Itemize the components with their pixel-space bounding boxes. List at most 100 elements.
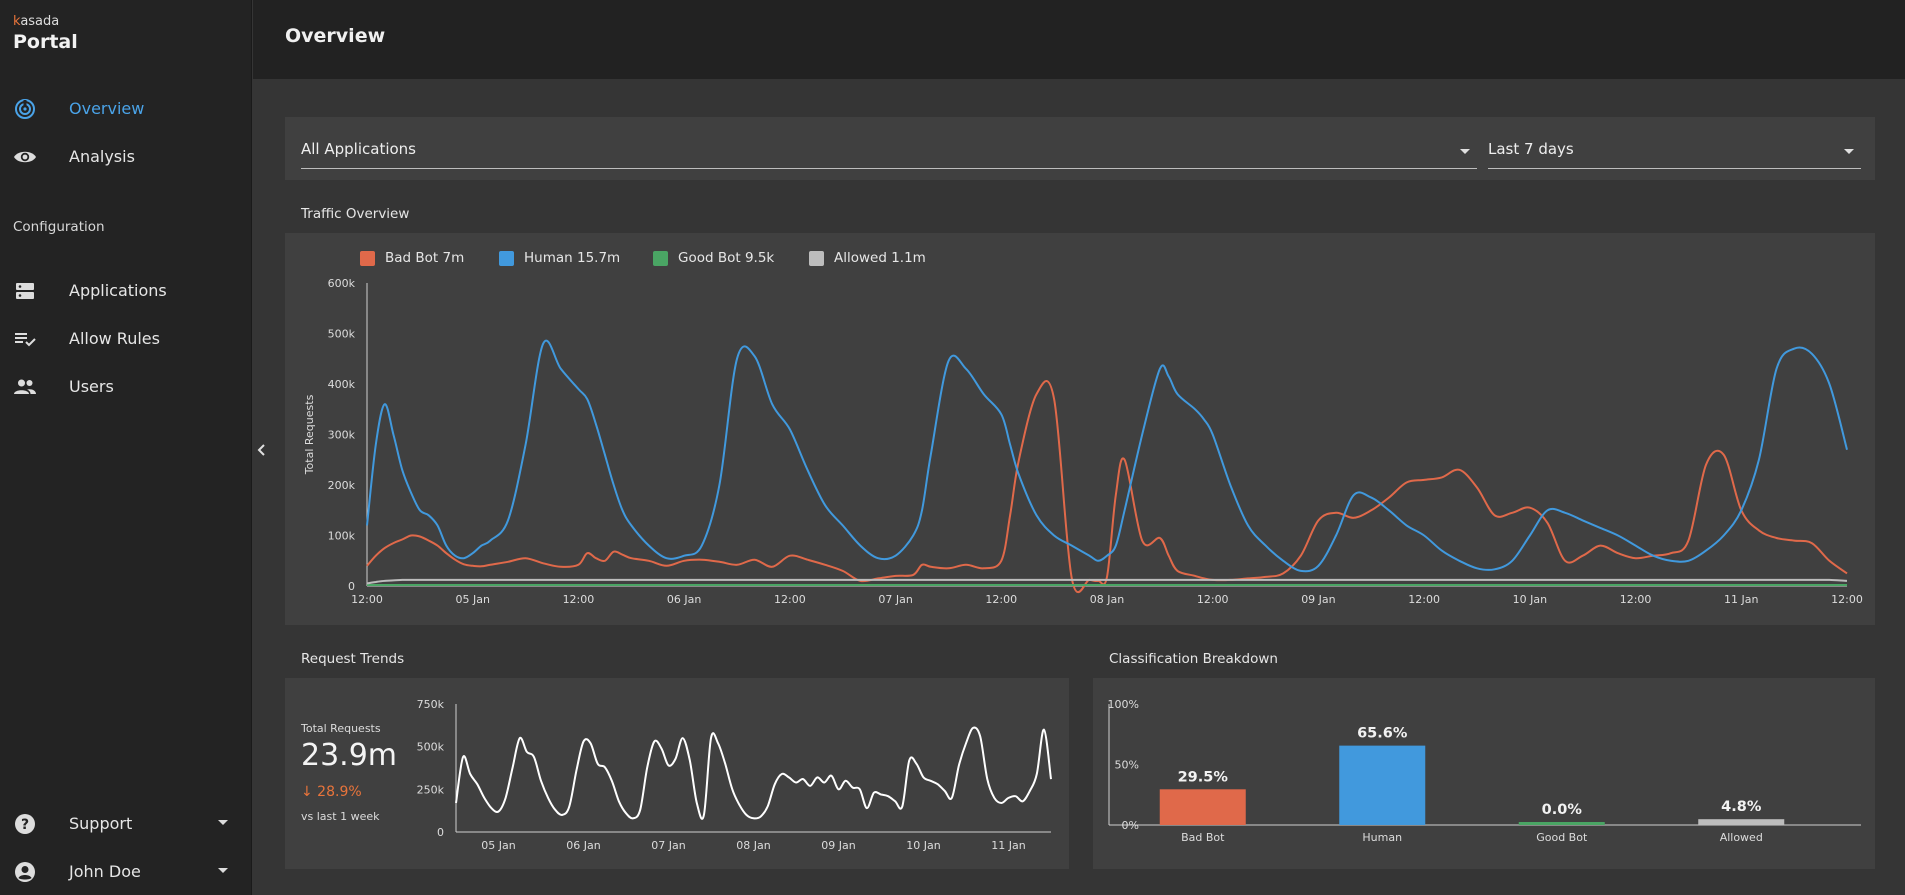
x-tick-label: 12:00: [1408, 593, 1440, 606]
request-trends-chart: 0 250k 500k 750k 05 Jan 06 Jan 07 Jan 08 Jan 09 …: [417, 698, 1052, 852]
bar-bad-bot: [1159, 789, 1246, 825]
y-tick-label: 100k: [328, 530, 356, 543]
x-tick-label: 12:00: [774, 593, 806, 606]
x-tick-label: 11 Jan: [991, 839, 1025, 852]
sidebar-item-support[interactable]: ? Support: [0, 803, 252, 843]
y-tick-label: 250k: [417, 783, 445, 796]
bar-allowed: [1698, 819, 1785, 825]
classification-breakdown-panel: 0% 50% 100% 29.5% Bad Bot 65.6% Human 0.0% Good …: [1093, 678, 1875, 869]
sidebar: kasada Portal Overview Analysis Configur…: [0, 0, 252, 895]
playlist-check-icon: [15, 333, 36, 347]
x-tick-label: 06 Jan: [566, 839, 600, 852]
sidebar-item-label: Allow Rules: [69, 328, 160, 348]
series-line-0: [366, 380, 1848, 594]
x-tick-label: 08 Jan: [1090, 593, 1124, 606]
x-tick-label: 09 Jan: [821, 839, 855, 852]
y-tick-label: 400k: [328, 378, 356, 391]
page-header: Overview: [253, 0, 1905, 79]
x-tick-label: 07 Jan: [651, 839, 685, 852]
y-tick-label: 0: [348, 580, 355, 593]
traffic-overview-panel: Bad Bot 7m Human 15.7m Good Bot 9.5k All…: [285, 233, 1875, 625]
chevron-down-icon: [1460, 149, 1470, 154]
x-tick-label: 06 Jan: [667, 593, 701, 606]
collapse-sidebar-chevron-icon[interactable]: [256, 442, 268, 458]
help-icon: ?: [15, 814, 35, 834]
y-tick-label: 0: [437, 826, 444, 839]
x-tick-label: 09 Jan: [1301, 593, 1335, 606]
bar-good-bot: [1518, 822, 1605, 825]
x-tick-label: Good Bot: [1536, 831, 1588, 844]
bar-value-label: 0.0%: [1542, 802, 1583, 818]
x-tick-label: 11 Jan: [1724, 593, 1758, 606]
x-tick-label: Allowed: [1720, 831, 1763, 844]
x-tick-label: 10 Jan: [906, 839, 940, 852]
y-tick-label: 0%: [1122, 819, 1139, 832]
users-icon: [14, 379, 36, 394]
x-tick-label: 08 Jan: [736, 839, 770, 852]
y-tick-label: 600k: [328, 277, 356, 290]
sidebar-item-label: Support: [69, 813, 133, 833]
y-tick-label: 50%: [1115, 759, 1139, 772]
chevron-down-icon: [218, 820, 228, 825]
request-trends-title: Request Trends: [301, 651, 405, 667]
sidebar-item-analysis[interactable]: Analysis: [0, 136, 252, 176]
x-tick-label: 07 Jan: [878, 593, 912, 606]
period-select[interactable]: Last 7 days: [1488, 137, 1861, 169]
traffic-overview-chart: 0 100k 200k 300k 400k 500k 600k 12:00 05 Jan 12:0…: [303, 277, 1863, 606]
svg-text:?: ?: [21, 817, 29, 833]
x-tick-label: 12:00: [563, 593, 595, 606]
eye-icon: [14, 151, 36, 163]
configuration-section-label: Configuration: [13, 219, 105, 235]
sidebar-item-label: John Doe: [69, 861, 141, 881]
y-tick-label: 100%: [1108, 698, 1139, 711]
x-tick-label: 12:00: [1831, 593, 1863, 606]
sidebar-item-account[interactable]: John Doe: [0, 851, 252, 891]
x-tick-label: 12:00: [1620, 593, 1652, 606]
series-line-0: [455, 726, 1052, 820]
sidebar-item-applications[interactable]: Applications: [0, 270, 252, 310]
overview-icon: [15, 99, 35, 119]
bar-value-label: 65.6%: [1357, 726, 1408, 742]
sidebar-item-label: Applications: [69, 280, 167, 300]
server-icon: [16, 283, 34, 299]
app-root: kasada Portal Overview Analysis Configur…: [0, 0, 1905, 895]
account-icon: [15, 862, 35, 882]
x-tick-label: Human: [1362, 831, 1402, 844]
sidebar-item-label: Analysis: [69, 146, 135, 166]
y-tick-label: 300k: [328, 429, 356, 442]
chevron-down-icon: [218, 868, 228, 873]
x-tick-label: Bad Bot: [1181, 831, 1225, 844]
brand-logo: kasada Portal: [13, 14, 78, 54]
request-trends-panel: Total Requests 23.9m ↓ 28.9% vs last 1 w…: [285, 678, 1069, 869]
bar-human: [1339, 745, 1426, 825]
sidebar-item-label: Users: [69, 376, 114, 396]
x-tick-label: 05 Jan: [455, 593, 489, 606]
y-tick-label: 500k: [328, 328, 356, 341]
page-title: Overview: [285, 25, 386, 47]
sidebar-item-users[interactable]: Users: [0, 366, 252, 406]
sidebar-item-label: Overview: [69, 98, 145, 118]
brand-title: Portal: [13, 31, 78, 53]
y-tick-label: 200k: [328, 479, 356, 492]
sidebar-item-overview[interactable]: Overview: [0, 88, 252, 128]
traffic-overview-title: Traffic Overview: [301, 206, 410, 222]
application-select[interactable]: All Applications: [301, 137, 1477, 169]
x-tick-label: 10 Jan: [1513, 593, 1547, 606]
bar-value-label: 29.5%: [1178, 769, 1229, 785]
series-line-3: [366, 578, 1848, 585]
chevron-down-icon: [1844, 149, 1854, 154]
brand-wordmark: kasada: [13, 14, 60, 29]
x-tick-label: 12:00: [1197, 593, 1229, 606]
classification-breakdown-chart: 0% 50% 100% 29.5% Bad Bot 65.6% Human 0.0% Good …: [1108, 698, 1861, 844]
y-tick-label: 500k: [417, 741, 445, 754]
x-tick-label: 12:00: [351, 593, 383, 606]
application-select-value: All Applications: [301, 140, 416, 158]
classification-breakdown-title: Classification Breakdown: [1109, 651, 1278, 667]
x-tick-label: 05 Jan: [481, 839, 515, 852]
series-line-1: [366, 339, 1848, 573]
period-select-value: Last 7 days: [1488, 140, 1574, 158]
filter-bar: All Applications Last 7 days: [285, 117, 1875, 180]
x-tick-label: 12:00: [985, 593, 1017, 606]
sidebar-item-allow-rules[interactable]: Allow Rules: [0, 318, 252, 358]
y-axis-label: Total Requests: [303, 394, 316, 475]
